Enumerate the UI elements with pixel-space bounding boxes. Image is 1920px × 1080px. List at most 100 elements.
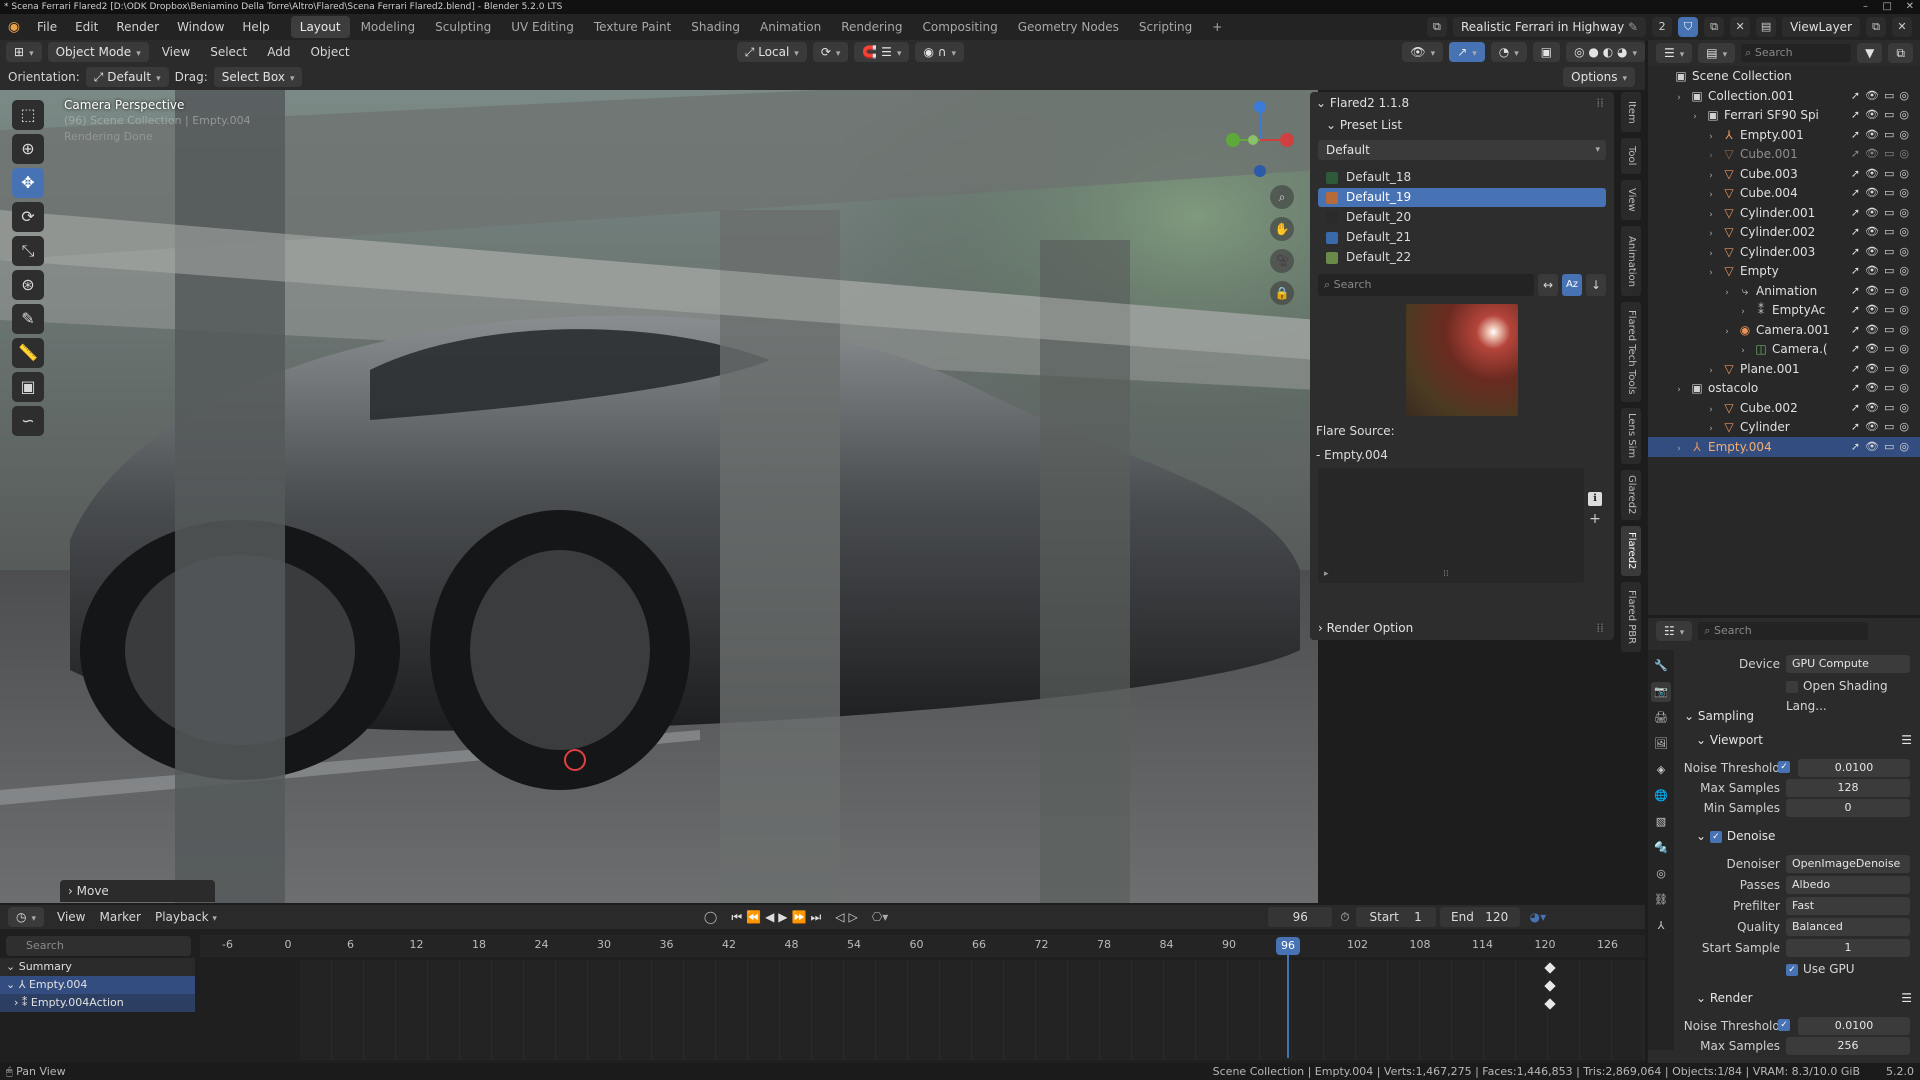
denoiser-dropdown[interactable]: OpenImageDenoise <box>1786 855 1910 873</box>
timeline-search-input[interactable]: Search <box>6 936 191 956</box>
clock-icon[interactable]: ⏱ <box>1340 910 1349 925</box>
measure-tool-icon[interactable]: 📏 <box>12 338 44 368</box>
options-dropdown[interactable]: Options ▾ <box>1563 67 1635 87</box>
delete-viewlayer-icon[interactable]: ✕ <box>1892 17 1912 37</box>
end-frame-field[interactable]: End 120 <box>1439 907 1520 927</box>
camera-view-icon[interactable]: 🎥 <box>1270 249 1294 273</box>
outliner-row[interactable]: › ⁑ EmptyAc ➚👁▭◎ <box>1648 300 1920 320</box>
scene-browse-icon[interactable]: ⧉ <box>1426 17 1447 37</box>
keyframe-jump-icons[interactable]: ◁▷ <box>835 910 861 924</box>
add-source-icon[interactable]: + <box>1588 512 1602 526</box>
visibility-toggles-icon[interactable]: ➚👁▭◎ <box>1851 437 1914 457</box>
timeline-menu-marker[interactable]: Marker <box>93 910 148 924</box>
outliner-row[interactable]: › ◫ Camera.(➚👁▭◎ <box>1648 339 1920 359</box>
noise-threshold-field[interactable]: 0.0100 <box>1798 759 1910 777</box>
visibility-toggles-icon[interactable]: ➚👁▭◎ <box>1851 320 1914 340</box>
timeline-view-icon[interactable]: ◕▾ <box>1530 910 1547 924</box>
preset-item[interactable]: Default_19 <box>1318 188 1606 207</box>
visibility-toggles-icon[interactable]: ➚👁▭◎ <box>1851 164 1914 184</box>
visibility-toggles-icon[interactable]: ➚👁▭◎ <box>1851 203 1914 223</box>
n-panel-tab-item[interactable]: Item <box>1621 92 1641 132</box>
transform-orientation-dropdown[interactable]: ⤢ Local ▾ <box>736 42 807 62</box>
blender-logo-icon[interactable]: ◉ <box>0 19 28 35</box>
workspace-tab-texture-paint[interactable]: Texture Paint <box>585 16 680 38</box>
scene-selector[interactable]: Realistic Ferrari in Highway ✎ <box>1452 17 1647 37</box>
preset-item[interactable]: Default_18 <box>1318 168 1606 187</box>
timeline-menu-playback[interactable]: Playback ▾ <box>148 910 224 924</box>
fake-user-icon[interactable]: ⛉ <box>1678 17 1699 37</box>
source-info-icon[interactable]: ℹ <box>1588 492 1602 506</box>
visibility-toggles-icon[interactable]: ➚👁▭◎ <box>1851 378 1914 398</box>
visibility-toggles-icon[interactable]: ➚👁▭◎ <box>1851 222 1914 242</box>
properties-search-input[interactable]: ⌕ Search <box>1698 622 1869 640</box>
maximize-button[interactable]: □ <box>1883 0 1892 14</box>
object-tab-icon[interactable]: ▧ <box>1651 812 1671 832</box>
workspace-tab-modeling[interactable]: Modeling <box>352 16 425 38</box>
n-panel-tab-tool[interactable]: Tool <box>1621 138 1641 174</box>
3d-viewport[interactable] <box>0 90 1318 903</box>
timeline-editor-type[interactable]: ◷ ▾ <box>8 907 45 927</box>
viewport-menu-object[interactable]: Object <box>303 45 356 59</box>
visibility-toggles-icon[interactable]: ➚👁▭◎ <box>1851 105 1914 125</box>
move-tool-icon[interactable]: ✥ <box>12 168 44 198</box>
outliner-row[interactable]: › ▽ Cylinder.001 ➚👁▭◎ <box>1648 203 1920 223</box>
start-sample-field[interactable]: 1 <box>1786 939 1910 957</box>
playhead-line[interactable] <box>1287 938 1289 1058</box>
outliner-display-mode[interactable]: ▤ ▾ <box>1698 43 1736 63</box>
output-tab-icon[interactable]: 🖨 <box>1651 708 1671 728</box>
quality-dropdown[interactable]: Balanced <box>1786 918 1910 936</box>
max-samples-field[interactable]: 128 <box>1786 779 1910 797</box>
scale-tool-icon[interactable]: ⤡ <box>12 236 44 266</box>
new-scene-icon[interactable]: ⧉ <box>1704 17 1725 37</box>
workspace-tab-rendering[interactable]: Rendering <box>832 16 911 38</box>
data-tab-icon[interactable]: ⅄ <box>1651 916 1671 936</box>
drag-dropdown[interactable]: Select Box ▾ <box>213 67 303 87</box>
object-mode-dropdown[interactable]: Object Mode ▾ <box>47 42 149 62</box>
channel-empty004[interactable]: ⌄ ⅄ Empty.004 <box>0 976 195 994</box>
new-collection-icon[interactable]: ⧉ <box>1888 43 1913 63</box>
flare-source-list[interactable]: ▸ ⁞⁞ <box>1318 468 1584 583</box>
visibility-toggles-icon[interactable]: ➚👁▭◎ <box>1851 242 1914 262</box>
workspace-tab-[interactable]: + <box>1203 16 1231 38</box>
menu-render[interactable]: Render <box>107 14 168 40</box>
preset-item[interactable]: Default_21 <box>1318 228 1606 247</box>
scene-tab-icon[interactable]: ◈ <box>1651 760 1671 780</box>
new-viewlayer-icon[interactable]: ⧉ <box>1866 17 1886 37</box>
navigation-gizmo[interactable] <box>1205 95 1315 185</box>
workspace-tab-compositing[interactable]: Compositing <box>913 16 1006 38</box>
visibility-toggles-icon[interactable]: ➚👁▭◎ <box>1851 300 1914 320</box>
visibility-toggles-icon[interactable]: ➚👁▭◎ <box>1851 86 1914 106</box>
tool-tab-icon[interactable]: 🔧 <box>1651 656 1671 676</box>
shading-mode-group[interactable]: ◎ ● ◐ ◕ ▾ <box>1566 42 1645 62</box>
visibility-toggles-icon[interactable]: ➚👁▭◎ <box>1851 339 1914 359</box>
viewport-menu-add[interactable]: Add <box>260 45 297 59</box>
sort-alpha-icon[interactable]: Az <box>1562 274 1582 296</box>
render-max-field[interactable]: 256 <box>1786 1037 1910 1055</box>
menu-window[interactable]: Window <box>168 14 233 40</box>
visibility-toggles-icon[interactable]: ➚👁▭◎ <box>1851 125 1914 145</box>
n-panel-tab-glared2[interactable]: Glared2 <box>1621 470 1641 520</box>
workspace-tab-animation[interactable]: Animation <box>751 16 830 38</box>
proportional-edit-dropdown[interactable]: ◉ ∩ ▾ <box>915 42 965 62</box>
use-gpu-checkbox[interactable]: ✓ Use GPU <box>1786 959 1855 979</box>
viewlayer-browse-icon[interactable]: ▤ <box>1756 17 1777 37</box>
menu-file[interactable]: File <box>28 14 66 40</box>
outliner-filter[interactable]: ▼ <box>1857 43 1883 63</box>
denoise-subsection[interactable]: ⌄ ✓ Denoise <box>1696 826 1920 846</box>
rotate-tool-icon[interactable]: ⟳ <box>12 202 44 232</box>
record-icon[interactable]: ◯ <box>704 910 717 924</box>
cursor-tool-icon[interactable]: ⊕ <box>12 134 44 164</box>
workspace-tab-layout[interactable]: Layout <box>290 16 350 38</box>
outliner-row[interactable]: › ▽ Plane.001 ➚👁▭◎ <box>1648 359 1920 379</box>
outliner-row[interactable]: › ▽ Cube.001 ➚👁▭◎ <box>1648 144 1920 164</box>
visibility-toggles-icon[interactable]: ➚👁▭◎ <box>1851 281 1914 301</box>
close-button[interactable]: ✕ <box>1906 0 1914 14</box>
workspace-tab-geometry-nodes[interactable]: Geometry Nodes <box>1009 16 1128 38</box>
n-panel-tab-flared-pbr[interactable]: Flared PBR <box>1621 582 1641 652</box>
orientation-dropdown[interactable]: ⤢ Default ▾ <box>85 67 169 87</box>
n-panel-tab-animation[interactable]: Animation <box>1621 226 1641 296</box>
transform-tool-icon[interactable]: ⊛ <box>12 270 44 300</box>
n-panel-tab-lens-sim[interactable]: Lens Sim <box>1621 408 1641 464</box>
minimize-button[interactable]: – <box>1863 0 1868 14</box>
render-tab-icon[interactable]: 📷 <box>1651 682 1671 702</box>
